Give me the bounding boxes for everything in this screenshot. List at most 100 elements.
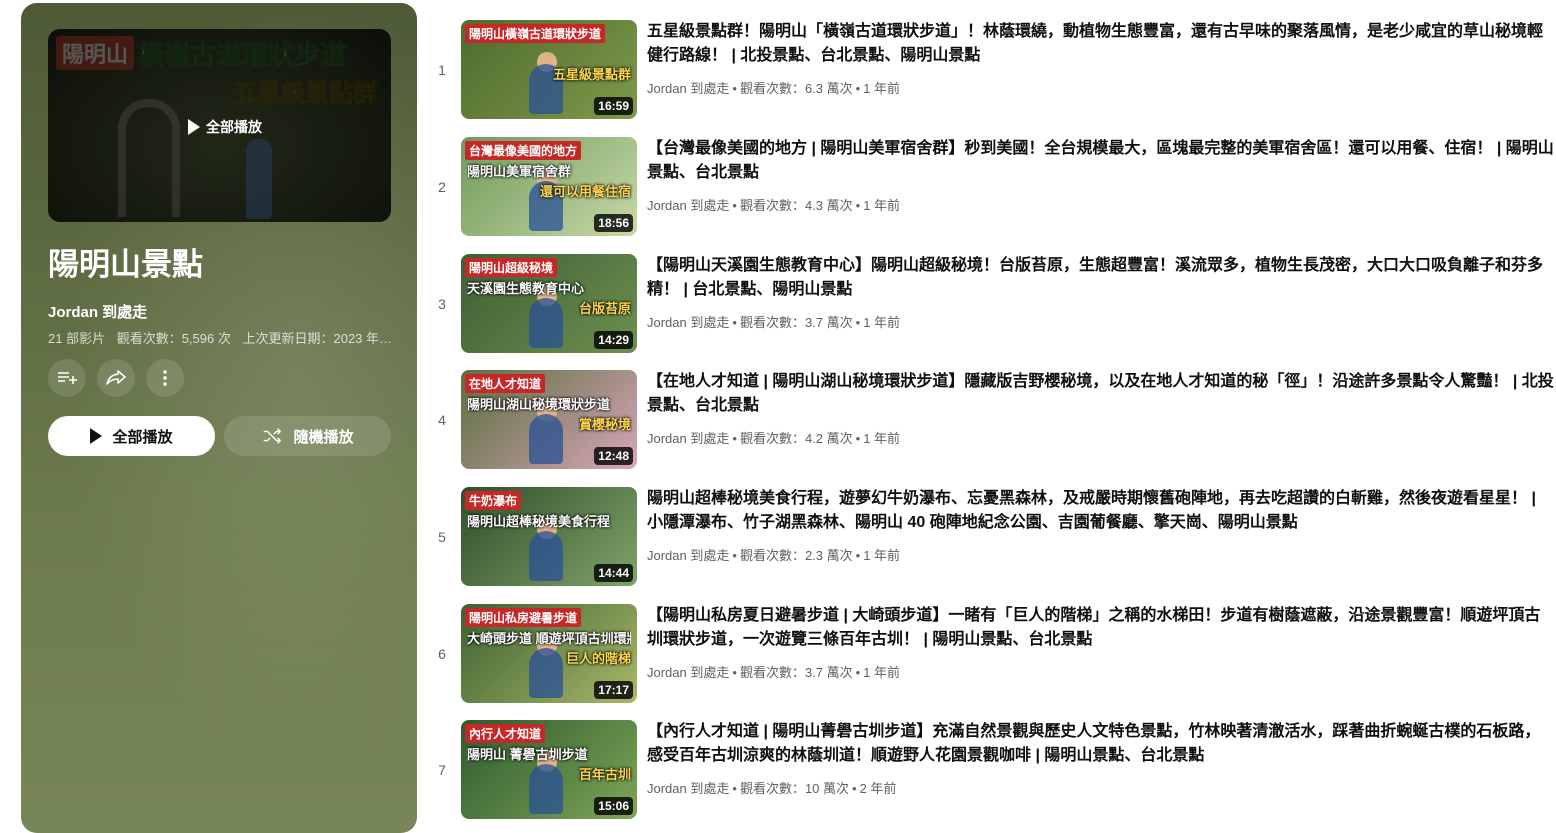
video-meta: Jordan 到處走 • 觀看次數：3.7 萬次 • 1 年前 <box>647 312 900 331</box>
hero-play-all[interactable]: 全部播放 <box>188 117 262 137</box>
video-row[interactable]: 2 台灣最像美國的地方 陽明山美軍宿舍群 還可以用餐住宿 18:56 【台灣最像美國的地方… <box>430 137 1556 237</box>
meta-separator: • <box>732 198 737 213</box>
meta-separator: • <box>855 548 861 563</box>
play-all-button[interactable]: 全部播放 <box>48 416 215 456</box>
video-channel[interactable]: Jordan 到處走 <box>647 431 729 446</box>
more-vert-icon <box>163 370 167 386</box>
video-index: 4 <box>438 412 446 428</box>
meta-separator: • <box>852 781 857 796</box>
playlist-header-panel: 陽明山 橫嶺古道環狀步道 五星級景點群 全部播放 陽明山景點 Jordan 到處… <box>21 3 417 833</box>
video-age: 1 年前 <box>863 315 901 330</box>
thumbnail-caption: 陽明山 菁礐古圳步道 <box>467 747 588 762</box>
hero-play-label: 全部播放 <box>206 119 262 135</box>
video-index: 1 <box>438 62 446 78</box>
video-duration: 15:06 <box>594 797 633 815</box>
video-title[interactable]: 【陽明山天溪園生態教育中心】陽明山超級秘境！台版苔原，生態超豐富！溪流眾多，植物… <box>647 254 1556 302</box>
video-thumbnail[interactable]: 內行人才知道 陽明山 菁礐古圳步道 百年古圳 15:06 <box>461 720 637 819</box>
playlist-channel-link[interactable]: Jordan 到處走 <box>48 301 147 322</box>
thumbnail-caption: 天溪園生態教育中心 <box>467 281 585 296</box>
video-row[interactable]: 5 牛奶瀑布 陽明山超棒秘境美食行程 14:44 陽明山超棒秘境美食行程，遊夢幻牛奶瀑布… <box>430 487 1556 587</box>
video-row[interactable]: 4 在地人才知道 陽明山湖山秘境環狀步道 賞櫻秘境 12:48 【在地人才知道 | 陽明山… <box>430 370 1556 470</box>
thumbnail-tag: 陽明山橫嶺古道環狀步道 <box>465 24 606 43</box>
video-row[interactable]: 6 陽明山私房避暑步道大崎頭步道 順遊坪頂古圳環狀步道巨人的階梯 17:17 【陽明山… <box>430 604 1556 704</box>
thumbnail-tag: 在地人才知道 <box>465 374 546 393</box>
video-thumbnail[interactable]: 在地人才知道 陽明山湖山秘境環狀步道 賞櫻秘境 12:48 <box>461 370 637 469</box>
video-age: 1 年前 <box>863 548 901 563</box>
video-age: 1 年前 <box>863 665 901 680</box>
video-thumbnail[interactable]: 牛奶瀑布 陽明山超棒秘境美食行程 14:44 <box>461 487 637 586</box>
video-channel[interactable]: Jordan 到處走 <box>647 315 729 330</box>
share-button[interactable] <box>97 359 135 397</box>
meta-separator: • <box>732 315 737 330</box>
video-views: 觀看次數：3.7 萬次 <box>739 665 853 680</box>
shuffle-icon <box>264 428 282 444</box>
meta-separator: • <box>732 431 737 446</box>
video-thumbnail[interactable]: 台灣最像美國的地方 陽明山美軍宿舍群 還可以用餐住宿 18:56 <box>461 137 637 236</box>
video-channel[interactable]: Jordan 到處走 <box>647 548 729 563</box>
video-meta: Jordan 到處走 • 觀看次數：6.3 萬次 • 1 年前 <box>647 78 900 97</box>
save-playlist-button[interactable] <box>48 359 86 397</box>
playlist-view-count: 觀看次數：5,596 次 <box>116 331 231 346</box>
video-views: 觀看次數：4.3 萬次 <box>739 198 853 213</box>
video-channel[interactable]: Jordan 到處走 <box>647 781 729 796</box>
thumbnail-person <box>529 298 563 348</box>
playlist-title: 陽明山景點 <box>48 247 203 282</box>
thumbnail-tag: 台灣最像美國的地方 <box>465 141 582 160</box>
meta-separator: • <box>732 548 737 563</box>
video-title[interactable]: 【台灣最像美國的地方 | 陽明山美軍宿舍群】秒到美國！全台規模最大，區塊最完整的… <box>647 137 1556 185</box>
thumbnail-subcaption: 巨人的階梯 <box>565 651 631 666</box>
thumbnail-tag: 陽明山超級秘境 <box>465 258 558 277</box>
video-title[interactable]: 【陽明山私房夏日避暑步道 | 大崎頭步道】一睹有「巨人的階梯」之稱的水梯田！步道… <box>647 604 1556 652</box>
thumbnail-person <box>529 414 563 464</box>
video-thumbnail[interactable]: 陽明山橫嶺古道環狀步道 五星級景點群 16:59 <box>461 20 637 119</box>
playlist-updated-date: 上次更新日期：2023 年 ... <box>242 331 393 346</box>
more-actions-button[interactable] <box>146 359 184 397</box>
video-index: 7 <box>438 762 446 778</box>
video-duration: 16:59 <box>594 97 633 115</box>
video-index: 6 <box>438 646 446 662</box>
video-row[interactable]: 3 陽明山超級秘境 天溪園生態教育中心 台版苔原 14:29 【陽明山天溪園生態教育中心】… <box>430 254 1556 354</box>
meta-separator: • <box>732 81 737 96</box>
video-title[interactable]: 【內行人才知道 | 陽明山菁礐古圳步道】充滿自然景觀與歷史人文特色景點，竹林映著… <box>647 720 1556 768</box>
video-views: 觀看次數：2.3 萬次 <box>739 548 853 563</box>
video-views: 觀看次數：6.3 萬次 <box>739 81 853 96</box>
meta-separator: • <box>732 781 737 796</box>
meta-separator: • <box>855 315 861 330</box>
play-icon <box>90 428 103 444</box>
video-channel[interactable]: Jordan 到處走 <box>647 198 729 213</box>
thumbnail-subcaption: 台版苔原 <box>578 301 631 316</box>
video-title[interactable]: 五星級景點群！陽明山「橫嶺古道環狀步道」！林蔭環繞，動植物生態豐富，還有古早味的… <box>647 20 1556 68</box>
video-duration: 18:56 <box>594 214 633 232</box>
video-thumbnail[interactable]: 陽明山超級秘境天溪園生態教育中心台版苔原 14:29 <box>461 254 637 353</box>
thumbnail-person <box>529 531 563 581</box>
playlist-meta: 21 部影片 觀看次數：5,596 次 上次更新日期：2023 年 ... <box>48 328 393 347</box>
video-views: 觀看次數：3.7 萬次 <box>739 315 853 330</box>
video-meta: Jordan 到處走 • 觀看次數：4.2 萬次 • 1 年前 <box>647 428 900 447</box>
video-duration: 17:17 <box>594 681 633 699</box>
thumbnail-caption: 陽明山湖山秘境環狀步道 <box>467 397 611 412</box>
video-age: 1 年前 <box>863 431 901 446</box>
video-title[interactable]: 【在地人才知道 | 陽明山湖山秘境環狀步道】隱藏版吉野櫻秘境，以及在地人才知道的… <box>647 370 1556 418</box>
video-channel[interactable]: Jordan 到處走 <box>647 665 729 680</box>
video-channel[interactable]: Jordan 到處走 <box>647 81 729 96</box>
playlist-hero-thumbnail[interactable]: 陽明山 橫嶺古道環狀步道 五星級景點群 全部播放 <box>48 29 391 222</box>
thumbnail-person <box>529 648 563 698</box>
meta-separator: • <box>855 198 861 213</box>
video-views: 觀看次數：4.2 萬次 <box>739 431 853 446</box>
playlist-add-icon <box>58 372 77 384</box>
video-duration: 14:29 <box>594 331 633 349</box>
video-thumbnail[interactable]: 陽明山私房避暑步道大崎頭步道 順遊坪頂古圳環狀步道巨人的階梯 17:17 <box>461 604 637 703</box>
thumbnail-tag: 內行人才知道 <box>465 724 546 743</box>
meta-separator: • <box>855 431 861 446</box>
shuffle-button[interactable]: 隨機播放 <box>224 416 391 456</box>
meta-separator: • <box>732 665 737 680</box>
thumbnail-tag: 陽明山私房避暑步道 <box>465 608 582 627</box>
video-title[interactable]: 陽明山超棒秘境美食行程，遊夢幻牛奶瀑布、忘憂黑森林，及戒嚴時期懷舊砲陣地，再去吃… <box>647 487 1556 535</box>
thumbnail-subcaption: 還可以用餐住宿 <box>539 184 631 199</box>
video-row[interactable]: 7 內行人才知道 陽明山 菁礐古圳步道 百年古圳 15:06 【內行人才知道 | 陽明山菁… <box>430 720 1556 820</box>
video-index: 5 <box>438 529 446 545</box>
video-row[interactable]: 1 陽明山橫嶺古道環狀步道 五星級景點群 16:59 五星級景點群！陽明山「橫嶺古道環狀… <box>430 20 1556 120</box>
video-age: 1 年前 <box>863 81 901 96</box>
play-all-label: 全部播放 <box>112 428 173 446</box>
shuffle-label: 隨機播放 <box>293 428 354 446</box>
